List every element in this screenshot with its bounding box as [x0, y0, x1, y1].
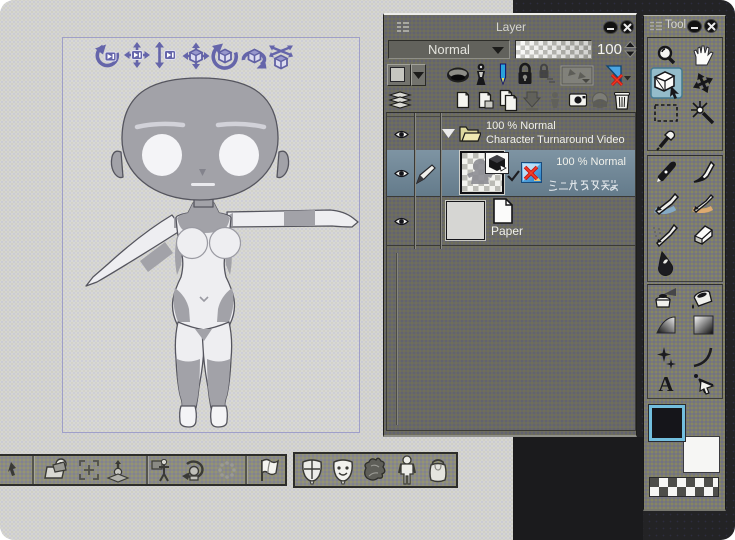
svg-text:A: A	[658, 372, 674, 396]
